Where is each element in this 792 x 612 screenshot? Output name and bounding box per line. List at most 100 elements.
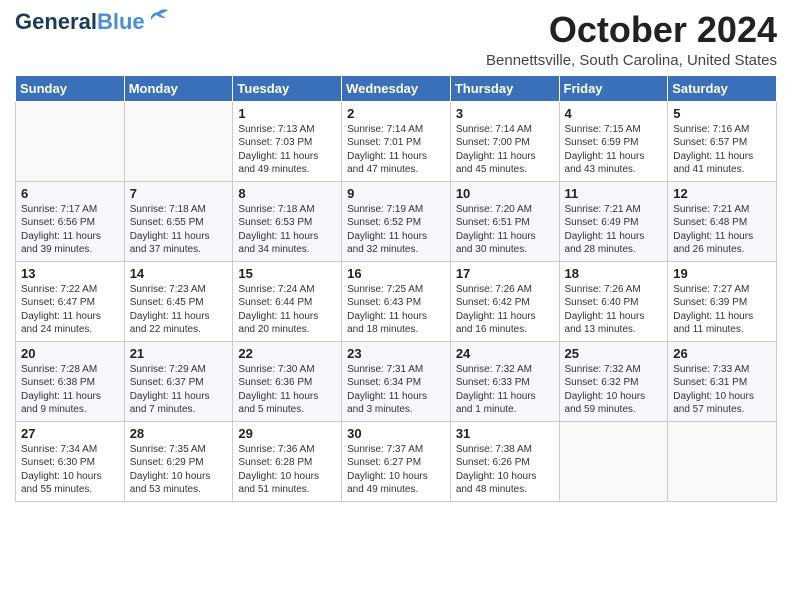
- calendar-cell: 5 Sunrise: 7:16 AMSunset: 6:57 PMDaylight…: [668, 101, 777, 181]
- main-title: October 2024: [486, 10, 777, 50]
- day-number: 18: [565, 266, 663, 281]
- calendar-cell: 14 Sunrise: 7:23 AMSunset: 6:45 PMDayligh…: [124, 261, 233, 341]
- day-number: 28: [130, 426, 228, 441]
- day-info: Sunrise: 7:24 AMSunset: 6:44 PMDaylight:…: [238, 283, 336, 337]
- calendar-cell: [559, 421, 668, 501]
- calendar-cell: 2Sunrise: 7:14 AMSunset: 7:01 PMDaylight…: [342, 101, 451, 181]
- day-info: Sunrise: 7:35 AMSunset: 6:29 PMDaylight:…: [130, 443, 228, 497]
- calendar-cell: 3 Sunrise: 7:14 AMSunset: 7:00 PMDaylight…: [450, 101, 559, 181]
- day-number: 31: [456, 426, 554, 441]
- calendar-week-row: 6Sunrise: 7:17 AMSunset: 6:56 PMDaylight…: [16, 181, 777, 261]
- calendar-cell: 22Sunrise: 7:30 AMSunset: 6:36 PMDayligh…: [233, 341, 342, 421]
- day-number: 1: [238, 106, 336, 121]
- day-info: Sunrise: 7:26 AMSunset: 6:42 PMDaylight:…: [456, 283, 554, 337]
- day-number: 25: [565, 346, 663, 361]
- day-number: 30: [347, 426, 445, 441]
- day-info: Sunrise: 7:20 AMSunset: 6:51 PMDaylight:…: [456, 203, 554, 257]
- day-info: Sunrise: 7:14 AMSunset: 7:00 PMDaylight:…: [456, 123, 554, 177]
- day-number: 29: [238, 426, 336, 441]
- calendar-cell: 8 Sunrise: 7:18 AMSunset: 6:53 PMDaylight…: [233, 181, 342, 261]
- day-info: Sunrise: 7:17 AMSunset: 6:56 PMDaylight:…: [21, 203, 119, 257]
- calendar-cell: 24 Sunrise: 7:32 AMSunset: 6:33 PMDayligh…: [450, 341, 559, 421]
- day-info: Sunrise: 7:29 AMSunset: 6:37 PMDaylight:…: [130, 363, 228, 417]
- header: GeneralBlue October 2024 Bennettsville, …: [15, 10, 777, 69]
- day-number: 15: [238, 266, 336, 281]
- calendar-cell: 16 Sunrise: 7:25 AMSunset: 6:43 PMDayligh…: [342, 261, 451, 341]
- calendar-cell: 1Sunrise: 7:13 AMSunset: 7:03 PMDaylight…: [233, 101, 342, 181]
- day-info: Sunrise: 7:33 AMSunset: 6:31 PMDaylight:…: [673, 363, 771, 417]
- calendar-week-row: 20 Sunrise: 7:28 AMSunset: 6:38 PMDayligh…: [16, 341, 777, 421]
- day-info: Sunrise: 7:18 AMSunset: 6:55 PMDaylight:…: [130, 203, 228, 257]
- calendar-cell: 9Sunrise: 7:19 AMSunset: 6:52 PMDaylight…: [342, 181, 451, 261]
- day-info: Sunrise: 7:21 AMSunset: 6:48 PMDaylight:…: [673, 203, 771, 257]
- day-info: Sunrise: 7:23 AMSunset: 6:45 PMDaylight:…: [130, 283, 228, 337]
- day-info: Sunrise: 7:34 AMSunset: 6:30 PMDaylight:…: [21, 443, 119, 497]
- day-info: Sunrise: 7:15 AMSunset: 6:59 PMDaylight:…: [565, 123, 663, 177]
- day-info: Sunrise: 7:28 AMSunset: 6:38 PMDaylight:…: [21, 363, 119, 417]
- day-info: Sunrise: 7:38 AMSunset: 6:26 PMDaylight:…: [456, 443, 554, 497]
- calendar-cell: 17 Sunrise: 7:26 AMSunset: 6:42 PMDayligh…: [450, 261, 559, 341]
- day-number: 16: [347, 266, 445, 281]
- bird-icon: [148, 8, 170, 26]
- day-info: Sunrise: 7:36 AMSunset: 6:28 PMDaylight:…: [238, 443, 336, 497]
- day-number: 20: [21, 346, 119, 361]
- day-number: 27: [21, 426, 119, 441]
- calendar-header-tuesday: Tuesday: [233, 75, 342, 101]
- day-number: 19: [673, 266, 771, 281]
- day-number: 24: [456, 346, 554, 361]
- calendar-week-row: 27 Sunrise: 7:34 AMSunset: 6:30 PMDayligh…: [16, 421, 777, 501]
- calendar-cell: 12 Sunrise: 7:21 AMSunset: 6:48 PMDayligh…: [668, 181, 777, 261]
- calendar-cell: 21 Sunrise: 7:29 AMSunset: 6:37 PMDayligh…: [124, 341, 233, 421]
- day-info: Sunrise: 7:16 AMSunset: 6:57 PMDaylight:…: [673, 123, 771, 177]
- day-number: 23: [347, 346, 445, 361]
- day-number: 10: [456, 186, 554, 201]
- subtitle: Bennettsville, South Carolina, United St…: [486, 52, 777, 69]
- calendar-cell: 30Sunrise: 7:37 AMSunset: 6:27 PMDayligh…: [342, 421, 451, 501]
- calendar-header-monday: Monday: [124, 75, 233, 101]
- calendar-cell: 25 Sunrise: 7:32 AMSunset: 6:32 PMDayligh…: [559, 341, 668, 421]
- calendar-cell: 23Sunrise: 7:31 AMSunset: 6:34 PMDayligh…: [342, 341, 451, 421]
- calendar-cell: 27 Sunrise: 7:34 AMSunset: 6:30 PMDayligh…: [16, 421, 125, 501]
- day-number: 2: [347, 106, 445, 121]
- calendar-cell: 11Sunrise: 7:21 AMSunset: 6:49 PMDayligh…: [559, 181, 668, 261]
- calendar-cell: 31 Sunrise: 7:38 AMSunset: 6:26 PMDayligh…: [450, 421, 559, 501]
- day-number: 12: [673, 186, 771, 201]
- day-number: 17: [456, 266, 554, 281]
- day-number: 7: [130, 186, 228, 201]
- day-number: 14: [130, 266, 228, 281]
- calendar-cell: 13 Sunrise: 7:22 AMSunset: 6:47 PMDayligh…: [16, 261, 125, 341]
- logo: GeneralBlue: [15, 10, 170, 34]
- calendar-cell: [16, 101, 125, 181]
- calendar-cell: 20 Sunrise: 7:28 AMSunset: 6:38 PMDayligh…: [16, 341, 125, 421]
- day-number: 4: [565, 106, 663, 121]
- day-number: 13: [21, 266, 119, 281]
- calendar-cell: 29 Sunrise: 7:36 AMSunset: 6:28 PMDayligh…: [233, 421, 342, 501]
- day-info: Sunrise: 7:21 AMSunset: 6:49 PMDaylight:…: [565, 203, 663, 257]
- calendar-cell: [668, 421, 777, 501]
- day-number: 26: [673, 346, 771, 361]
- day-number: 8: [238, 186, 336, 201]
- day-info: Sunrise: 7:32 AMSunset: 6:33 PMDaylight:…: [456, 363, 554, 417]
- day-number: 5: [673, 106, 771, 121]
- calendar-week-row: 13 Sunrise: 7:22 AMSunset: 6:47 PMDayligh…: [16, 261, 777, 341]
- calendar-table: SundayMondayTuesdayWednesdayThursdayFrid…: [15, 75, 777, 502]
- calendar-cell: 10 Sunrise: 7:20 AMSunset: 6:51 PMDayligh…: [450, 181, 559, 261]
- calendar-cell: 4 Sunrise: 7:15 AMSunset: 6:59 PMDaylight…: [559, 101, 668, 181]
- title-block: October 2024 Bennettsville, South Caroli…: [486, 10, 777, 69]
- day-info: Sunrise: 7:32 AMSunset: 6:32 PMDaylight:…: [565, 363, 663, 417]
- calendar-cell: 28 Sunrise: 7:35 AMSunset: 6:29 PMDayligh…: [124, 421, 233, 501]
- day-number: 21: [130, 346, 228, 361]
- day-info: Sunrise: 7:25 AMSunset: 6:43 PMDaylight:…: [347, 283, 445, 337]
- calendar-cell: [124, 101, 233, 181]
- calendar-header-thursday: Thursday: [450, 75, 559, 101]
- calendar-header-sunday: Sunday: [16, 75, 125, 101]
- calendar-cell: 26 Sunrise: 7:33 AMSunset: 6:31 PMDayligh…: [668, 341, 777, 421]
- logo-text: GeneralBlue: [15, 10, 145, 34]
- calendar-week-row: 1Sunrise: 7:13 AMSunset: 7:03 PMDaylight…: [16, 101, 777, 181]
- calendar-cell: 6Sunrise: 7:17 AMSunset: 6:56 PMDaylight…: [16, 181, 125, 261]
- day-info: Sunrise: 7:22 AMSunset: 6:47 PMDaylight:…: [21, 283, 119, 337]
- day-number: 3: [456, 106, 554, 121]
- calendar-header-friday: Friday: [559, 75, 668, 101]
- day-number: 9: [347, 186, 445, 201]
- day-info: Sunrise: 7:18 AMSunset: 6:53 PMDaylight:…: [238, 203, 336, 257]
